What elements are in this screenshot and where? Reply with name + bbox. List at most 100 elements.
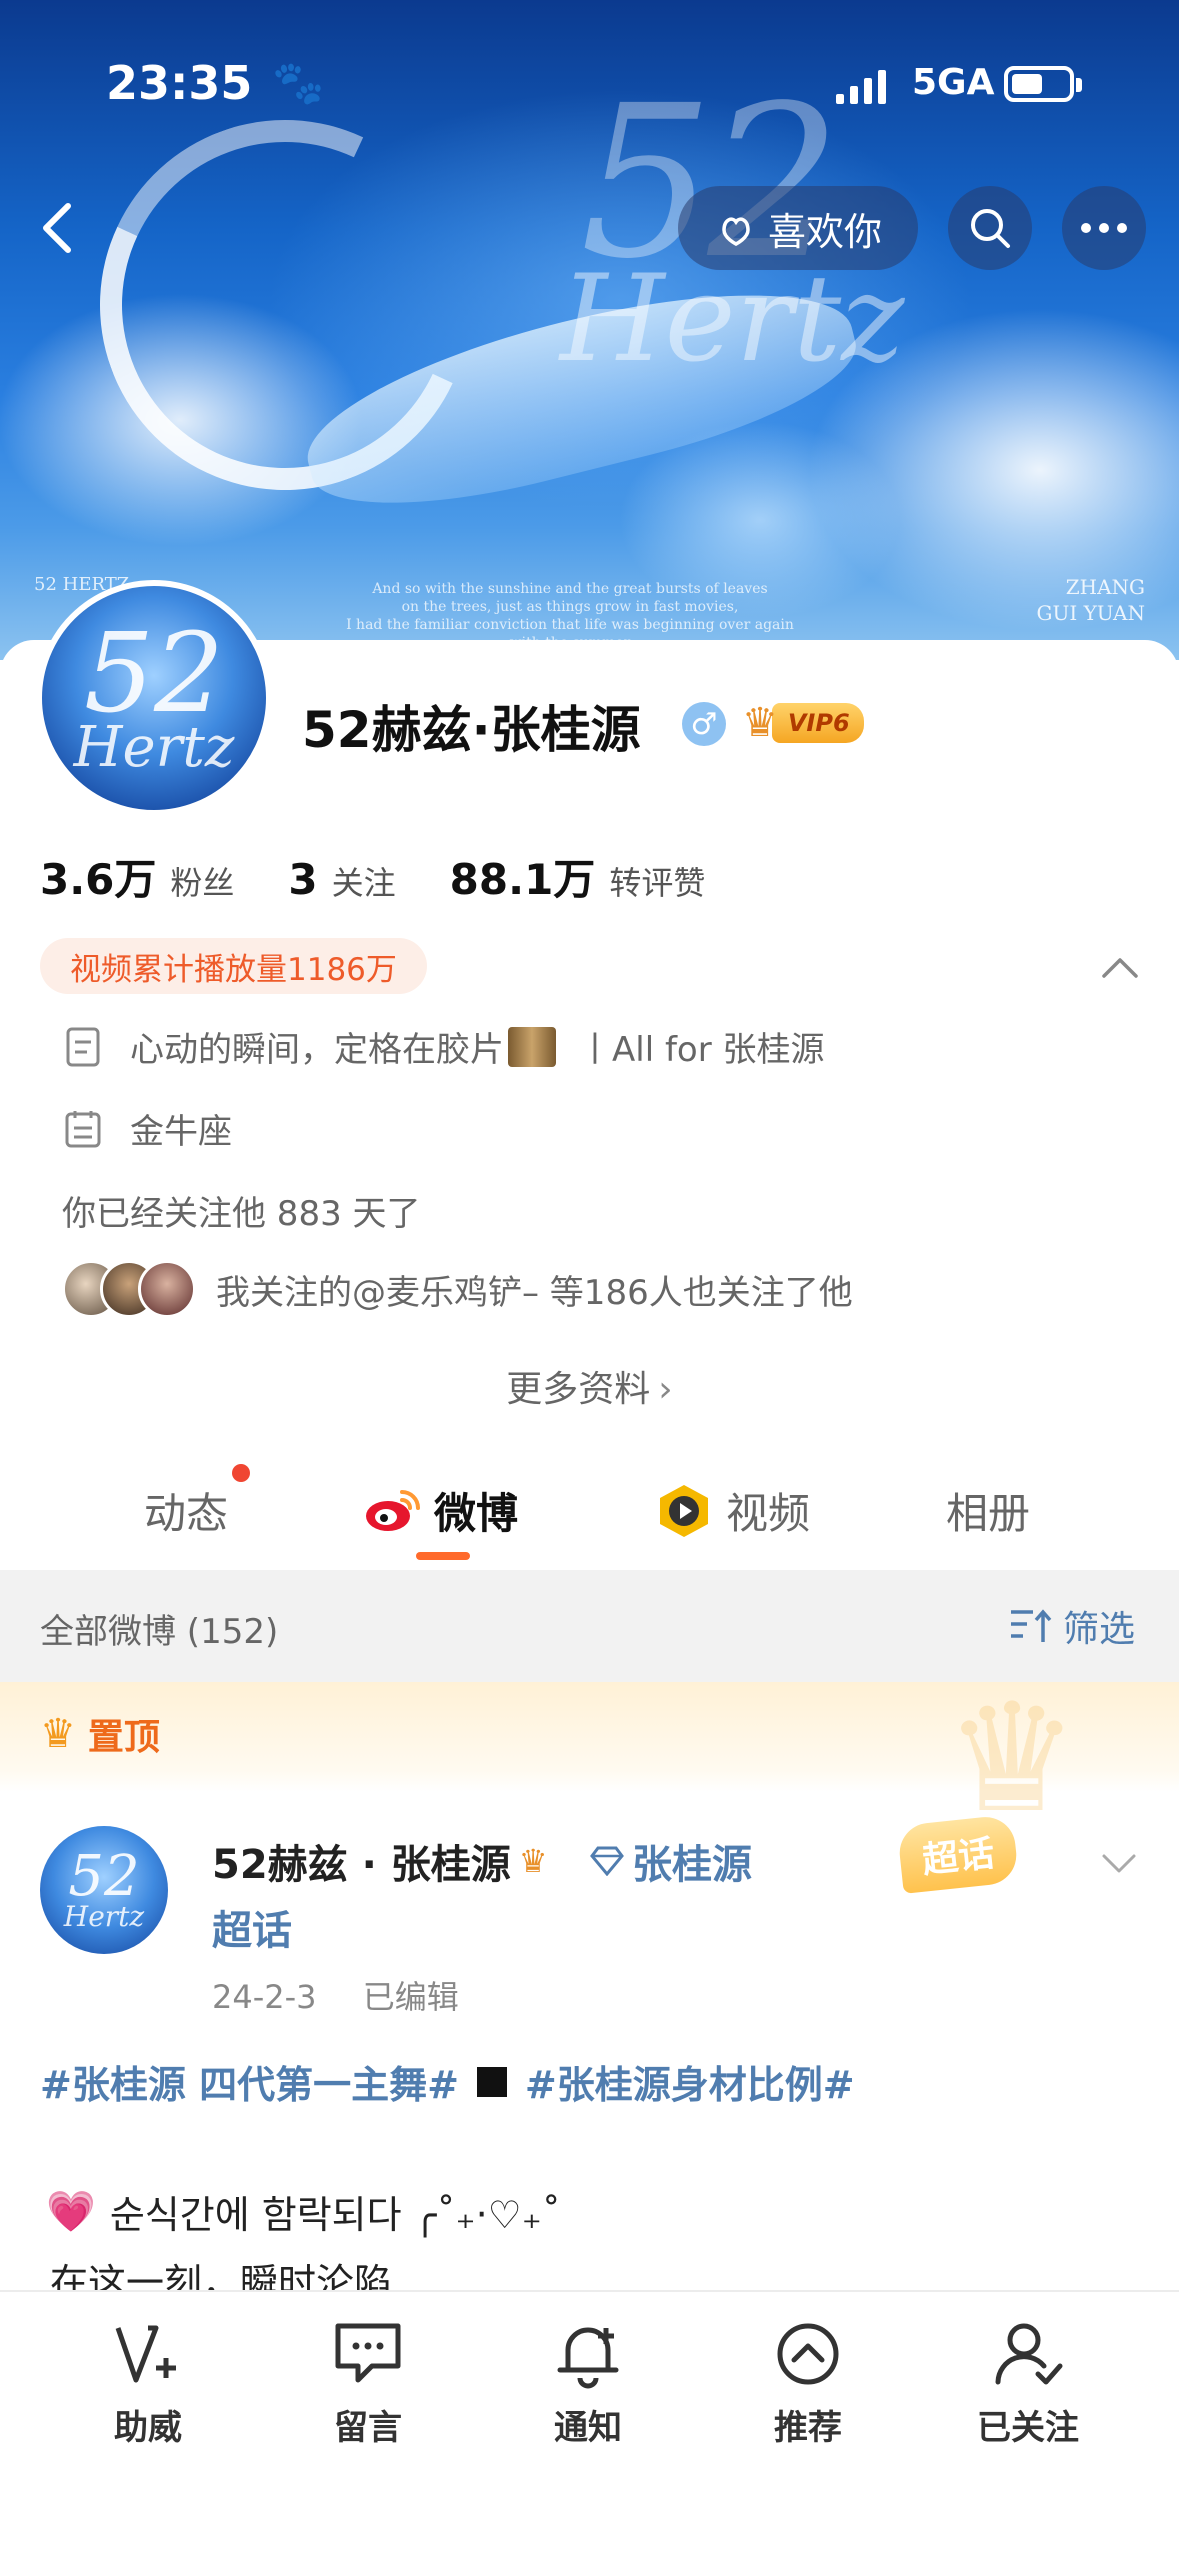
crown-icon: ♛ <box>742 700 778 746</box>
mutual-followers-text: 我关注的@麦乐鸡铲– 等186人也关注了他 <box>216 1272 853 1313</box>
profile-name: 52赫兹·张桂源 <box>302 701 641 759</box>
all-weibo-count: 全部微博 (152) <box>40 1612 279 1652</box>
more-info-label: 更多资料 <box>506 1369 651 1410</box>
document-icon <box>66 1027 100 1066</box>
message-icon <box>335 2323 401 2383</box>
black-square-icon <box>476 2066 507 2097</box>
banner-corner-right-line: GUI YUAN <box>1036 601 1145 625</box>
vip-crown-icon: ♛ <box>518 1842 548 1880</box>
post-author-name: 52赫兹 · 张桂源 <box>212 1842 511 1888</box>
tab-weibo[interactable]: 微博 <box>362 1480 518 1541</box>
more-info-link[interactable]: 更多资料 › <box>0 1360 1179 1412</box>
search-button[interactable] <box>948 186 1032 270</box>
mutual-followers-row[interactable]: 我关注的@麦乐鸡铲– 等186人也关注了他 <box>62 1260 853 1318</box>
back-button[interactable] <box>28 196 92 260</box>
post-edited: 已编辑 <box>362 1978 459 2016</box>
more-dots-icon <box>1081 223 1127 233</box>
cheer-button[interactable]: 助威 <box>58 2314 238 2449</box>
chevron-right-icon: › <box>658 1369 673 1410</box>
zodiac-row: 金牛座 <box>62 1104 232 1153</box>
post-author[interactable]: 52赫兹 · 张桂源 ♛ <box>212 1832 547 1890</box>
profile-tabs: 动态 微博 视频 相册 <box>0 1460 1179 1570</box>
recommend-icon <box>777 2323 839 2385</box>
video-play-icon <box>660 1484 708 1537</box>
tab-dongtai[interactable]: 动态 <box>144 1480 228 1541</box>
mutual-avatar <box>138 1260 196 1318</box>
post-avatar[interactable]: 52 Hertz <box>40 1826 168 1954</box>
video-play-count-tag[interactable]: 视频累计播放量1186万 <box>40 938 427 994</box>
recommend-label: 推荐 <box>774 2408 842 2448</box>
stat-interactions[interactable]: 88.1万 转评赞 <box>450 846 706 907</box>
chevron-down-icon[interactable] <box>1098 1842 1140 1884</box>
post-topic-name: 张桂源 <box>632 1842 752 1888</box>
signal-icon <box>836 66 886 104</box>
male-icon: ♂ <box>682 702 726 746</box>
message-button[interactable]: 留言 <box>278 2314 458 2449</box>
like-you-button[interactable]: 喜欢你 <box>678 186 918 270</box>
chevron-up-icon[interactable] <box>1096 944 1144 992</box>
weibo-logo-icon <box>366 1489 420 1531</box>
tab-label: 视频 <box>726 1489 811 1538</box>
banner-caption-line: And so with the sunshine and the great b… <box>372 581 768 597</box>
sparkling-heart-icon: 💗 <box>46 2189 96 2235</box>
post-text: 순식간에 함락되다 ╭˚₊‧♡₊˚ <box>109 2193 561 2237</box>
supertopic-badge[interactable]: 超话 <box>896 1814 1020 1894</box>
filter-sort-icon <box>1010 1609 1052 1642</box>
crown-icon: ♛ <box>40 1711 76 1757</box>
post-text-line: 💗 순식간에 함락되다 ╭˚₊‧♡₊˚ <box>46 2184 561 2239</box>
recommend-button[interactable]: 推荐 <box>718 2314 898 2449</box>
post-topic-suffix[interactable]: 超话 <box>212 1898 292 1956</box>
hashtag-link[interactable]: #张桂源身材比例# <box>525 2054 855 2109</box>
followed-button[interactable]: 已关注 <box>938 2314 1118 2449</box>
user-check-icon <box>995 2323 1063 2385</box>
status-bar: 23:35 🐾 5GA <box>0 0 1179 130</box>
status-time: 23:35 <box>106 56 253 110</box>
tab-video[interactable]: 视频 <box>656 1480 810 1541</box>
followed-label: 已关注 <box>977 2408 1079 2448</box>
tab-label: 动态 <box>144 1489 229 1538</box>
avatar[interactable]: 52 Hertz <box>36 580 272 816</box>
post-topic-link[interactable]: 张桂源 <box>590 1832 752 1890</box>
tab-album[interactable]: 相册 <box>946 1480 1030 1541</box>
profile-stats: 3.6万 粉丝 3 关注 88.1万 转评赞 <box>40 846 759 907</box>
banner-corner-right: ZHANG GUI YUAN <box>1037 574 1145 626</box>
avatar-text-hertz: Hertz <box>73 715 235 780</box>
post-avatar-text-hertz: Hertz <box>63 1900 145 1933</box>
active-tab-indicator <box>416 1552 470 1560</box>
pinned-label: ♛ 置顶 <box>40 1708 160 1760</box>
stat-number: 3.6万 <box>40 855 157 904</box>
diamond-icon <box>590 1846 624 1876</box>
stat-label: 转评赞 <box>609 864 706 902</box>
vip-badge[interactable]: ♛ VIP6 <box>742 698 864 748</box>
hashtag-link[interactable]: #张桂源 四代第一主舞# <box>40 2054 459 2109</box>
paw-icon: 🐾 <box>272 58 325 107</box>
banner-caption-line: on the trees, just as things grow in fas… <box>401 599 739 615</box>
banner-corner-right-line: ZHANG <box>1065 575 1145 599</box>
banner-art-hertz: Hertz <box>560 250 905 389</box>
post-hashtags: #张桂源 四代第一主舞# #张桂源身材比例# <box>40 2054 855 2109</box>
notify-button[interactable]: 通知 <box>498 2314 678 2449</box>
filter-bar: 全部微博 (152) 筛选 <box>0 1570 1179 1682</box>
hand-heart-icon <box>722 217 750 246</box>
tab-label: 微博 <box>434 1489 519 1538</box>
more-button[interactable] <box>1062 186 1146 270</box>
stat-followers[interactable]: 3.6万 粉丝 <box>40 846 234 907</box>
battery-icon <box>1004 66 1082 102</box>
post-meta: 24-2-3 已编辑 <box>212 1972 459 2018</box>
zodiac-text: 金牛座 <box>130 1112 232 1152</box>
pinned-post[interactable]: 52 Hertz 52赫兹 · 张桂源 ♛ 张桂源 超话 24-2-3 已编辑 … <box>0 1792 1179 2305</box>
notify-label: 通知 <box>554 2408 622 2448</box>
cheer-label: 助威 <box>114 2408 182 2448</box>
like-you-label: 喜欢你 <box>767 209 882 254</box>
stat-following[interactable]: 3 关注 <box>288 855 395 904</box>
stat-label: 粉丝 <box>170 864 235 902</box>
post-avatar-text-52: 52 <box>68 1844 140 1909</box>
message-label: 留言 <box>334 2408 402 2448</box>
bio-text-suffix: 丨All for 张桂源 <box>578 1030 825 1070</box>
bell-plus-icon <box>557 2327 619 2389</box>
bio-text: 心动的瞬间，定格在胶片 <box>130 1030 504 1070</box>
bottom-action-bar: 助威 留言 通知 推荐 已关注 <box>0 2290 1179 2556</box>
filter-label: 筛选 <box>1062 1609 1135 1650</box>
filter-button[interactable]: 筛选 <box>1009 1600 1135 1652</box>
film-icon <box>508 1026 556 1067</box>
